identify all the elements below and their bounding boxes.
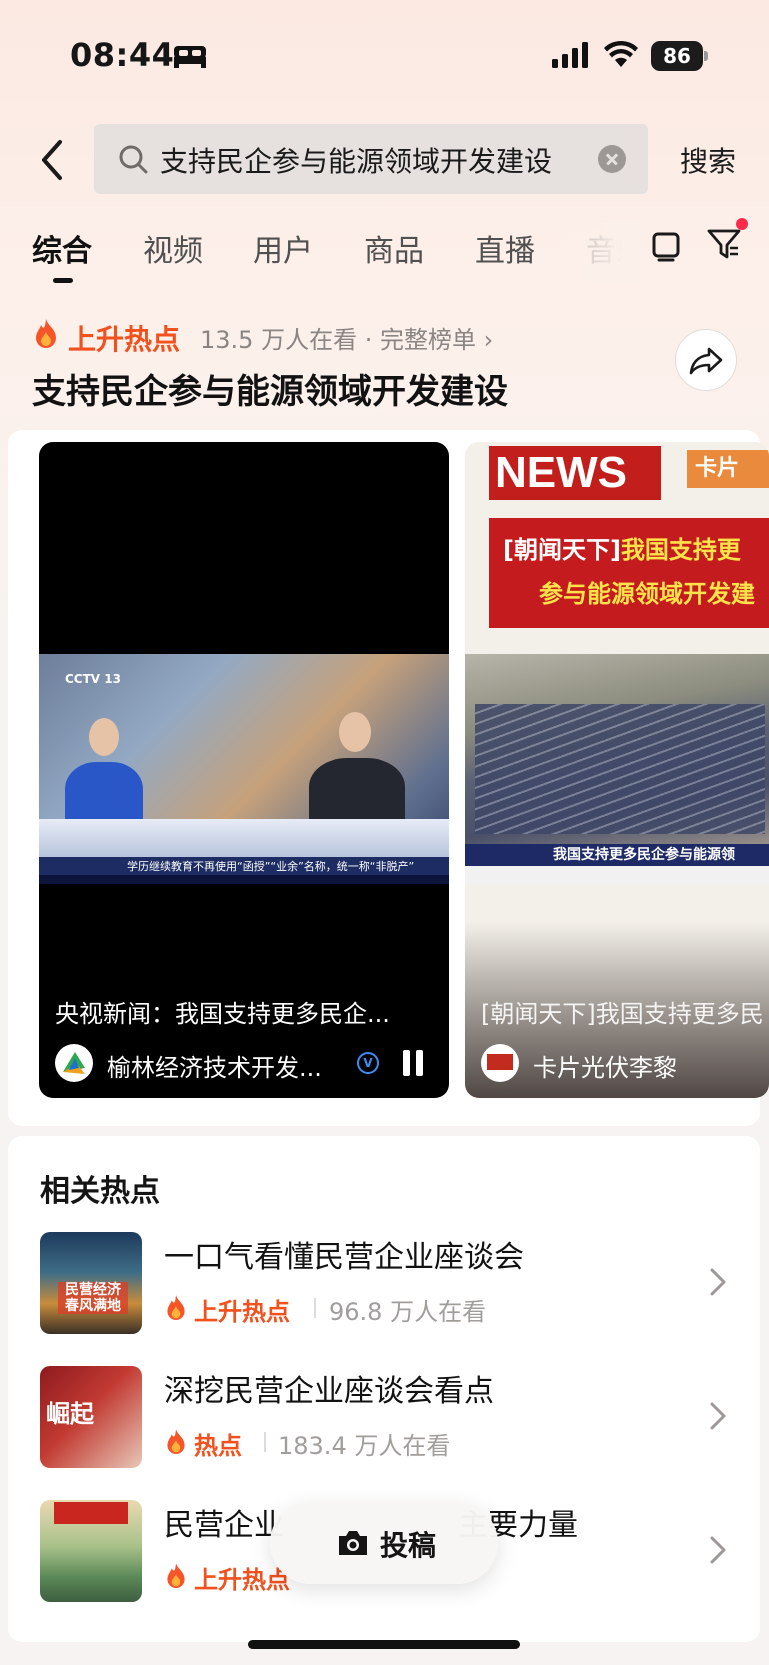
- author-logo-icon: [63, 1052, 85, 1074]
- battery-tip: [704, 51, 708, 61]
- video-caption: [朝闻天下]我国支持更多民: [481, 1000, 764, 1028]
- list-item[interactable]: 民营经济 春风满地 一口气看懂民营企业座谈会 上升热点 96.8 万人在看: [8, 1232, 760, 1340]
- solar-panels: [475, 704, 765, 834]
- cellular-signal-icon: [552, 42, 588, 68]
- author-avatar[interactable]: [55, 1044, 93, 1082]
- related-name: 民营企业: [164, 1508, 284, 1543]
- channel-tag: 卡片: [687, 450, 769, 488]
- tv-icon[interactable]: [652, 230, 680, 262]
- divider: [314, 1298, 316, 1318]
- news-ticker: 我国支持更多民企参与能源领: [465, 844, 769, 866]
- banner-line-2: 参与能源领域开发建: [539, 580, 755, 608]
- battery-icon: 86: [651, 41, 703, 71]
- solar-farm-frame: 我国支持更多民企参与能源领: [465, 654, 769, 884]
- chevron-right-icon: [710, 1402, 726, 1430]
- view-count: 183.4 万人在看: [278, 1432, 451, 1460]
- verified-icon: V: [357, 1052, 379, 1074]
- ticker-text: 学历继续教育不再使用“函授”“业余”名称，统一称“非脱产”: [127, 860, 415, 873]
- active-tab-indicator: [53, 278, 73, 283]
- post-label: 投稿: [380, 1529, 437, 1562]
- author-avatar[interactable]: [481, 1044, 519, 1082]
- banner-highlight: 我国支持更: [620, 536, 741, 564]
- thumbnail-text: 崛起: [46, 1400, 94, 1428]
- status-bar: 08:44 86: [0, 0, 769, 100]
- tab-all[interactable]: 综合: [32, 226, 92, 270]
- video-caption: 央视新闻：我国支持更多民企...: [55, 1000, 390, 1028]
- sleep-bed-icon: [174, 46, 206, 68]
- flame-icon: [167, 1429, 185, 1454]
- flame-icon: [167, 1563, 185, 1588]
- clear-icon[interactable]: [598, 145, 626, 173]
- trending-meta-link[interactable]: 13.5 万人在看 · 完整榜单 ›: [200, 320, 493, 355]
- tab-products[interactable]: 商品: [364, 226, 424, 270]
- banner-line-1: [朝闻天下]我国支持更: [503, 530, 741, 565]
- back-arrow-icon[interactable]: [36, 138, 70, 182]
- trending-badge: 上升热点: [68, 323, 181, 356]
- thumbnail-banner: [54, 1502, 128, 1524]
- view-count: 96.8 万人在看: [329, 1298, 487, 1326]
- video-card[interactable]: NEWS 卡片 [朝闻天下]我国支持更 参与能源领域开发建 我国支持更多民企参与…: [465, 442, 769, 1098]
- anchor-left-head: [89, 718, 119, 756]
- related-thumbnail: [40, 1500, 142, 1602]
- news-banner: [朝闻天下]我国支持更 参与能源领域开发建: [489, 518, 769, 628]
- home-indicator[interactable]: [248, 1640, 520, 1649]
- filter-icon[interactable]: [706, 226, 742, 262]
- related-thumbnail: 民营经济 春风满地: [40, 1232, 142, 1334]
- news-ticker-base: [465, 866, 769, 884]
- thumbnail-text: 民营经济 春风满地: [58, 1282, 128, 1314]
- banner-prefix: [朝闻天下]: [503, 536, 621, 564]
- channel-logo: CCTV 13: [65, 672, 121, 686]
- status-time: 08:44: [70, 36, 175, 74]
- wifi-icon: [604, 40, 638, 67]
- result-tabs: 综合 视频 用户 商品 直播 音乐: [0, 222, 640, 282]
- flame-icon: [167, 1295, 185, 1320]
- news-desk: [39, 819, 449, 857]
- author-logo-icon: [487, 1054, 513, 1070]
- search-input[interactable]: 支持民企参与能源领域开发建设: [94, 124, 648, 194]
- tabs-fade: [560, 222, 640, 282]
- search-button[interactable]: 搜索: [680, 140, 736, 180]
- flame-icon: [36, 319, 56, 348]
- author-name[interactable]: 卡片光伏李黎: [533, 1048, 677, 1083]
- chevron-right-icon: [710, 1268, 726, 1296]
- divider: [264, 1432, 266, 1452]
- list-item[interactable]: 崛起 深挖民营企业座谈会看点 热点 183.4 万人在看: [8, 1366, 760, 1474]
- related-thumbnail: 崛起: [40, 1366, 142, 1468]
- trending-badge: 热点: [194, 1432, 242, 1460]
- tab-video[interactable]: 视频: [143, 226, 203, 270]
- news-ticker-base: [39, 875, 449, 884]
- share-icon: [689, 347, 723, 375]
- pause-icon[interactable]: [403, 1050, 425, 1076]
- tab-live[interactable]: 直播: [475, 226, 535, 270]
- tab-users[interactable]: 用户: [253, 226, 313, 270]
- post-button[interactable]: 投稿: [270, 1502, 498, 1584]
- search-query: 支持民企参与能源领域开发建设: [160, 145, 553, 178]
- trending-badge: 上升热点: [194, 1298, 290, 1326]
- related-title: 相关热点: [40, 1174, 160, 1209]
- camera-icon: [339, 1531, 367, 1555]
- notification-dot: [736, 218, 748, 230]
- news-headline-box: NEWS: [489, 446, 661, 500]
- news-ticker: 学历继续教育不再使用“函授”“业余”名称，统一称“非脱产”: [39, 857, 449, 875]
- search-icon: [119, 145, 148, 174]
- share-button[interactable]: [675, 329, 737, 391]
- author-name[interactable]: 榆林经济技术开发...: [107, 1048, 322, 1083]
- news-studio-frame: CCTV 13 学历继续教育不再使用“函授”“业余”名称，统一称“非脱产”: [39, 654, 449, 884]
- related-name: 一口气看懂民营企业座谈会: [164, 1240, 524, 1275]
- related-name: 深挖民营企业座谈会看点: [164, 1374, 494, 1409]
- anchor-right-head: [339, 712, 371, 752]
- chevron-right-icon: [710, 1536, 726, 1564]
- video-card[interactable]: CCTV 13 学历继续教育不再使用“函授”“业余”名称，统一称“非脱产” 央视…: [39, 442, 449, 1098]
- trending-title: 支持民企参与能源领域开发建设: [32, 372, 508, 412]
